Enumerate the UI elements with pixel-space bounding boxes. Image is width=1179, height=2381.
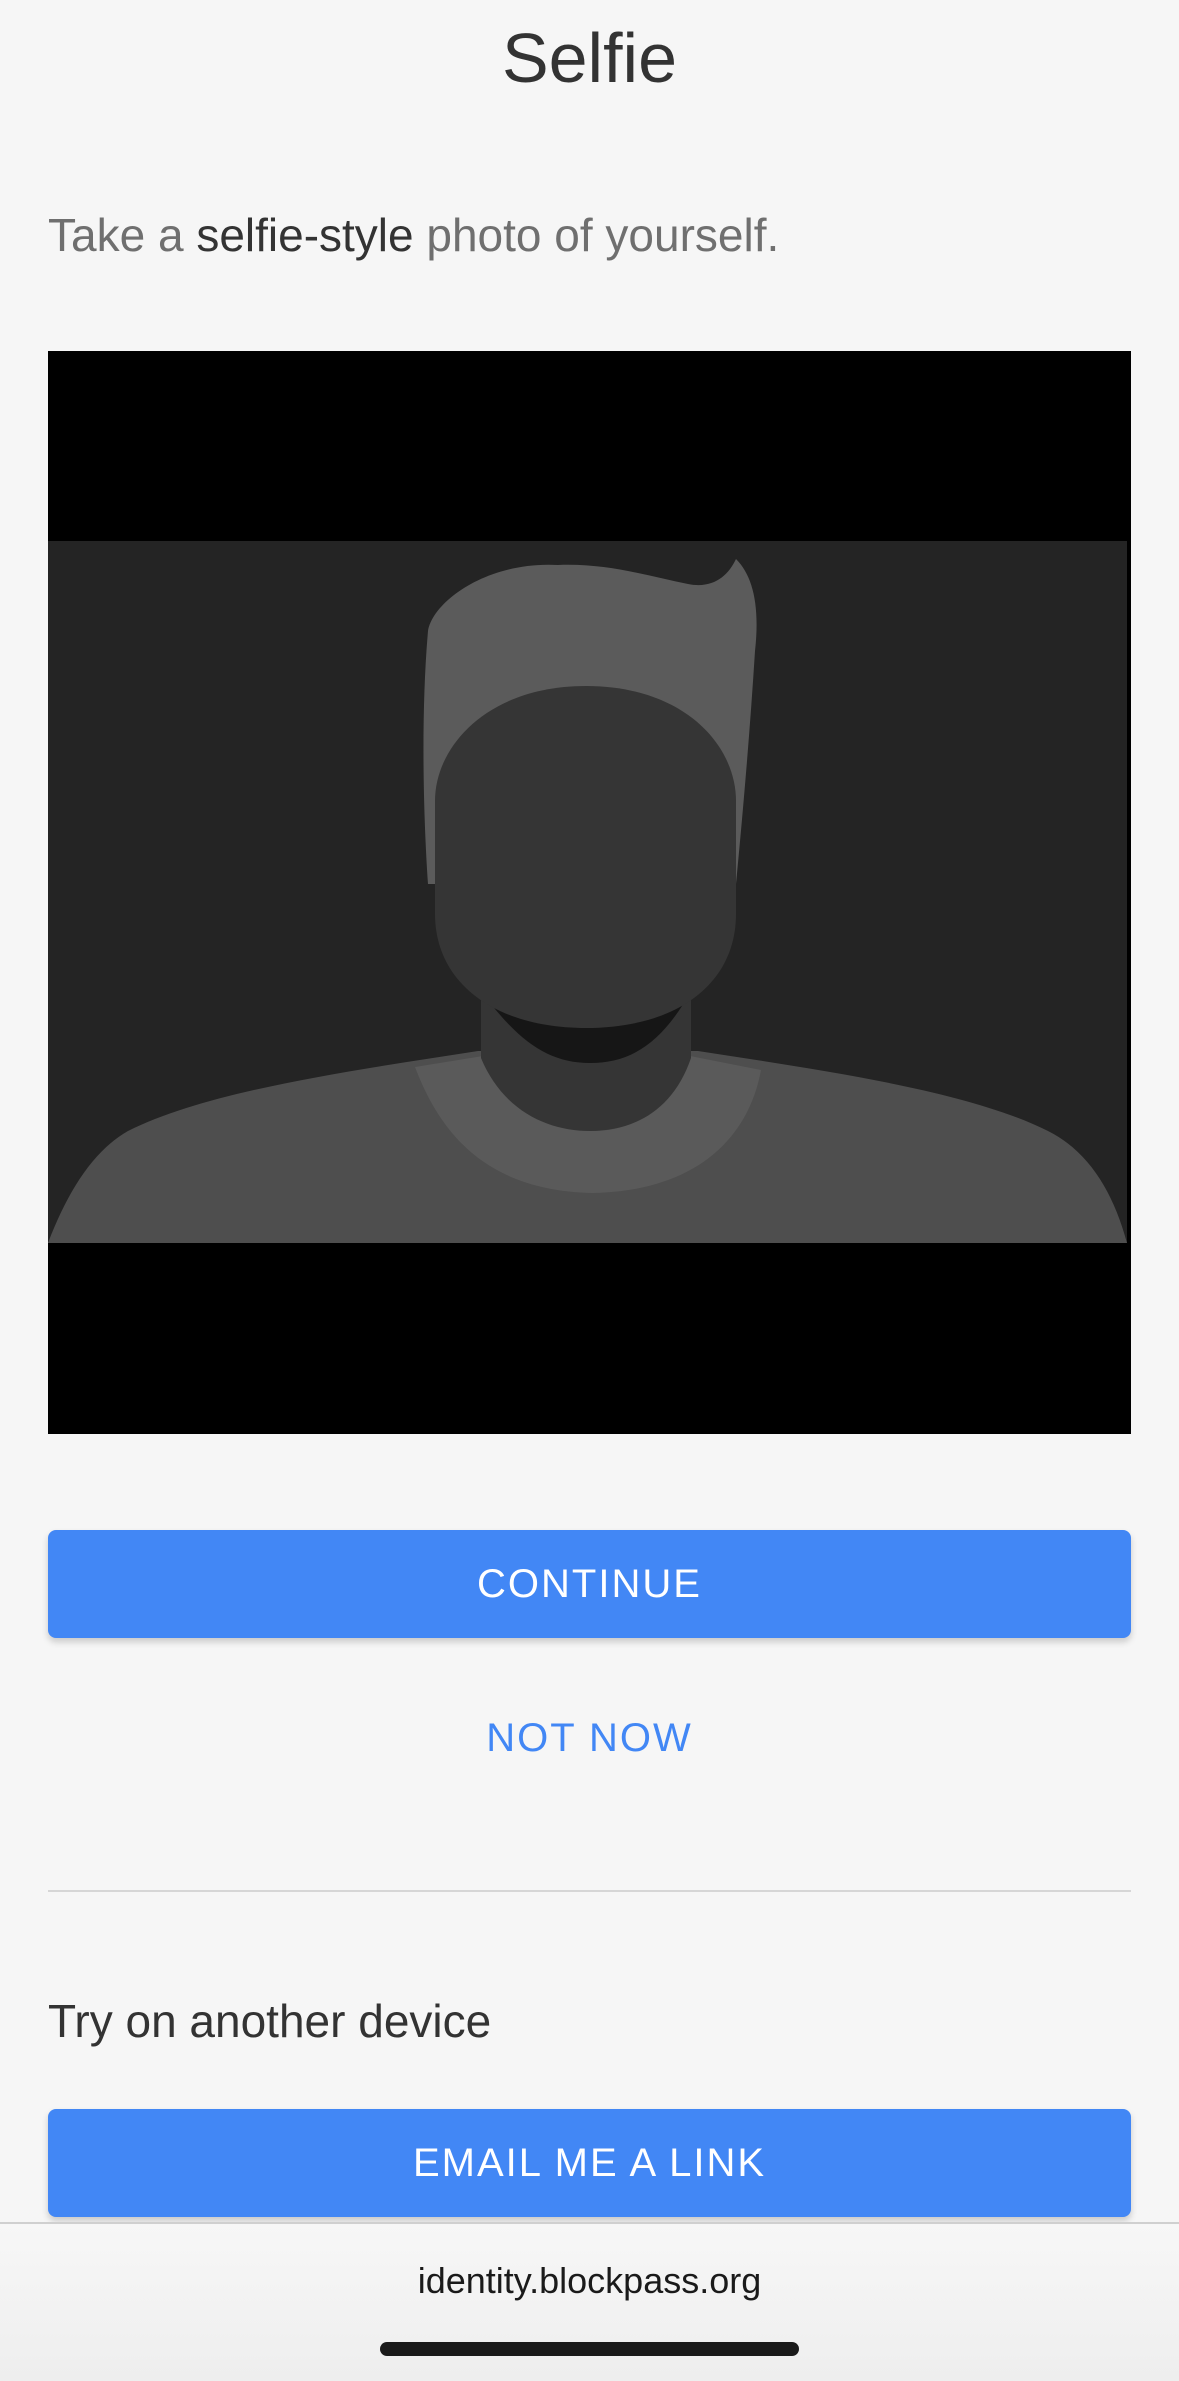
section-divider	[48, 1890, 1131, 1892]
page-title: Selfie	[501, 19, 678, 97]
browser-url[interactable]: identity.blockpass.org	[0, 2260, 1179, 2302]
home-indicator[interactable]	[380, 2342, 799, 2356]
continue-button[interactable]: CONTINUE	[48, 1530, 1131, 1638]
other-device-heading: Try on another device	[48, 1995, 492, 2047]
instruction-suffix: photo of yourself.	[413, 209, 780, 261]
instruction-prefix: Take a	[48, 209, 197, 261]
instruction-emphasis: selfie-style	[196, 209, 414, 261]
email-link-button[interactable]: EMAIL ME A LINK	[48, 2109, 1131, 2217]
not-now-button[interactable]: NOT NOW	[0, 1708, 1179, 1768]
selfie-example-image	[48, 351, 1131, 1434]
browser-bottom-bar: identity.blockpass.org	[0, 2222, 1179, 2381]
person-silhouette-icon	[48, 351, 1131, 1434]
instruction-text: Take a selfie-style photo of yourself.	[48, 208, 1131, 262]
